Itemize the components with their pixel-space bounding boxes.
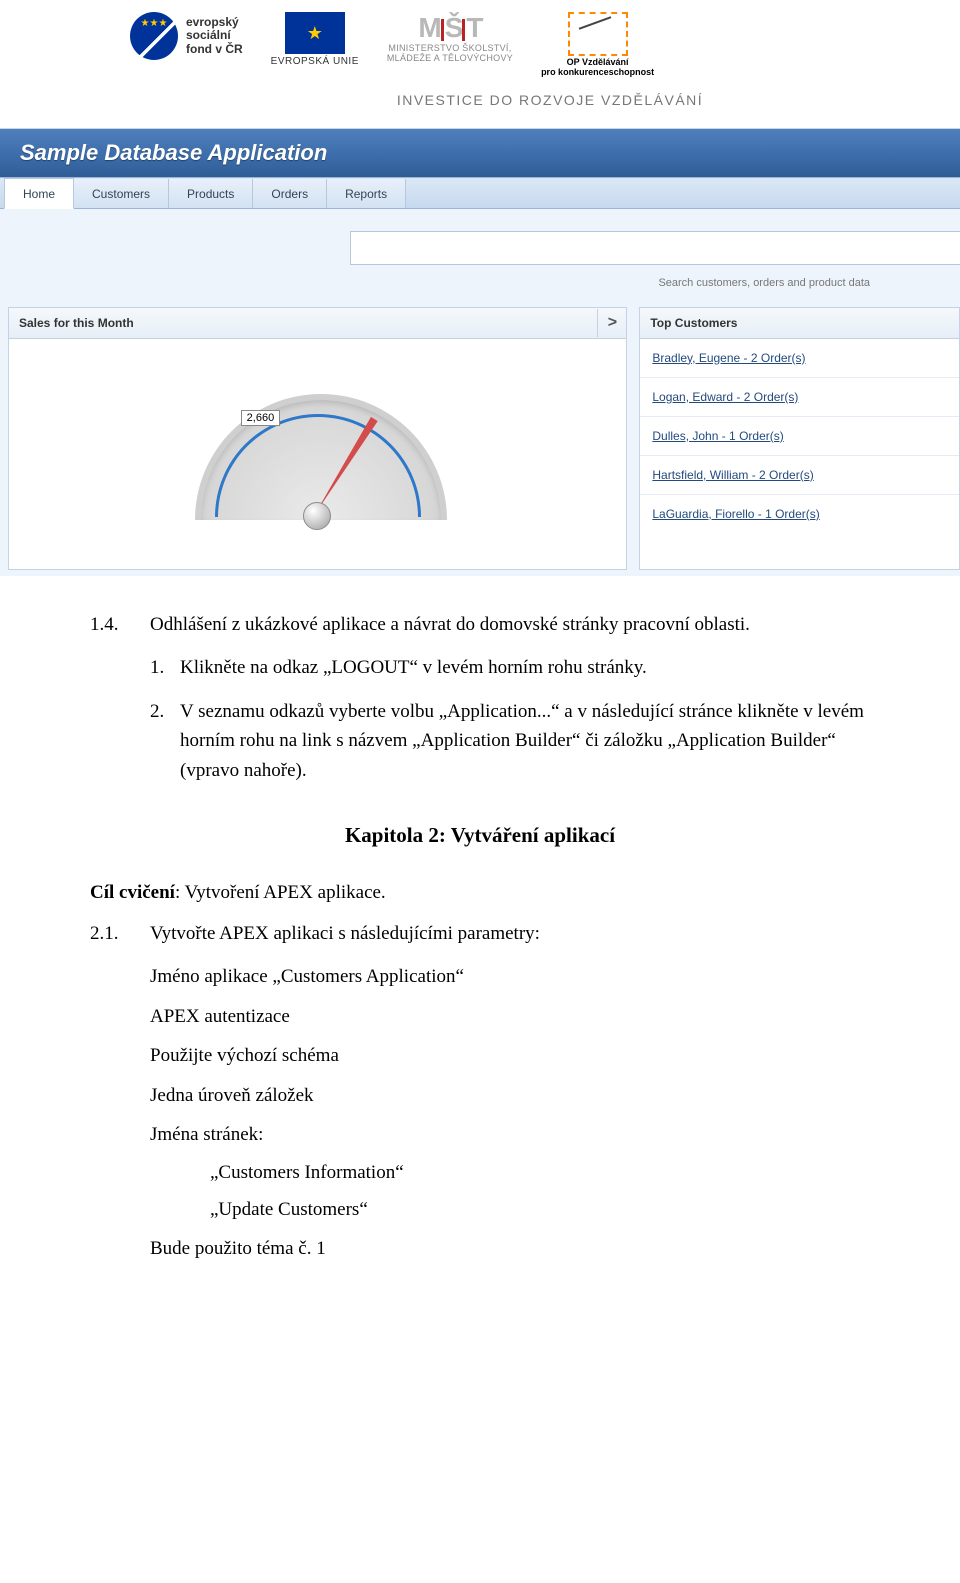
sales-gauge: 2,660 bbox=[183, 364, 453, 544]
app-screenshot: Sample Database Application Home Custome… bbox=[0, 128, 960, 576]
customer-link[interactable]: Hartsfield, William - 2 Order(s) bbox=[640, 456, 959, 495]
esf-line3: fond v ČR bbox=[186, 43, 243, 56]
step-number: 1. bbox=[150, 653, 180, 682]
chapter-title: Kapitola 2: Vytváření aplikací bbox=[90, 819, 870, 852]
sponsor-logos: evropský sociální fond v ČR ★ EVROPSKÁ U… bbox=[0, 0, 960, 86]
panel-collapse-button[interactable]: > bbox=[597, 309, 626, 337]
section-text: Odhlášení z ukázkové aplikace a návrat d… bbox=[150, 610, 870, 639]
invest-tagline: INVESTICE DO ROZVOJE VZDĚLÁVÁNÍ bbox=[0, 86, 960, 128]
goal-label: Cíl cvičení bbox=[90, 882, 175, 903]
section-number: 2.1. bbox=[90, 919, 150, 948]
eu-logo: ★ EVROPSKÁ UNIE bbox=[271, 12, 359, 67]
eu-label: EVROPSKÁ UNIE bbox=[271, 56, 359, 67]
top-customers-title: Top Customers bbox=[650, 316, 737, 330]
step-text: V seznamu odkazů vyberte volbu „Applicat… bbox=[180, 697, 870, 785]
step-text: Klikněte na odkaz „LOGOUT“ v levém horní… bbox=[180, 653, 870, 682]
customer-link[interactable]: Logan, Edward - 2 Order(s) bbox=[640, 378, 959, 417]
msmt-logo: MŠT MINISTERSTVO ŠKOLSTVÍ, MLÁDEŽE A TĚL… bbox=[387, 12, 513, 64]
msmt-line2: MLÁDEŽE A TĚLOVÝCHOVY bbox=[387, 54, 513, 64]
sales-panel-title: Sales for this Month bbox=[19, 316, 134, 330]
app-title: Sample Database Application bbox=[0, 140, 327, 166]
step-number: 2. bbox=[150, 697, 180, 785]
search-input[interactable] bbox=[350, 231, 960, 265]
customer-link[interactable]: Dulles, John - 1 Order(s) bbox=[640, 417, 959, 456]
page-name: „Customers Information“ bbox=[210, 1158, 870, 1187]
app-titlebar: Sample Database Application bbox=[0, 129, 960, 177]
esf-flag-icon bbox=[130, 12, 178, 60]
document-body: 1.4. Odhlášení z ukázkové aplikace a náv… bbox=[0, 576, 960, 1314]
param-line: Jména stránek: bbox=[150, 1120, 870, 1149]
tab-products[interactable]: Products bbox=[169, 179, 253, 208]
customer-link[interactable]: Bradley, Eugene - 2 Order(s) bbox=[640, 339, 959, 378]
param-line: Jedna úroveň záložek bbox=[150, 1081, 870, 1110]
op-logo: OP Vzdělávání pro konkurenceschopnost bbox=[541, 12, 654, 78]
tab-orders[interactable]: Orders bbox=[253, 179, 327, 208]
customer-link[interactable]: LaGuardia, Fiorello - 1 Order(s) bbox=[640, 495, 959, 533]
gauge-value-label: 2,660 bbox=[241, 410, 281, 426]
eu-flag-icon: ★ bbox=[285, 12, 345, 54]
tab-home[interactable]: Home bbox=[4, 178, 74, 209]
param-line: Bude použito téma č. 1 bbox=[150, 1234, 870, 1263]
page-name: „Update Customers“ bbox=[210, 1195, 870, 1224]
search-hint: Search customers, orders and product dat… bbox=[0, 265, 960, 307]
param-line: APEX autentizace bbox=[150, 1002, 870, 1031]
esf-line2: sociální bbox=[186, 29, 243, 42]
esf-logo: evropský sociální fond v ČR bbox=[130, 12, 243, 60]
section-number: 1.4. bbox=[90, 610, 150, 639]
app-tabs: Home Customers Products Orders Reports bbox=[0, 177, 960, 209]
section-text: Vytvořte APEX aplikaci s následujícími p… bbox=[150, 919, 870, 948]
top-customers-panel: Top Customers Bradley, Eugene - 2 Order(… bbox=[639, 307, 960, 570]
tab-reports[interactable]: Reports bbox=[327, 179, 406, 208]
param-line: Jméno aplikace „Customers Application“ bbox=[150, 962, 870, 991]
sales-panel: Sales for this Month > 2,660 bbox=[8, 307, 627, 570]
op-box-icon bbox=[568, 12, 628, 56]
msmt-mark-icon: MŠT bbox=[418, 12, 481, 44]
goal-text: : Vytvoření APEX aplikace. bbox=[175, 882, 386, 903]
op-line2: pro konkurenceschopnost bbox=[541, 68, 654, 78]
tab-customers[interactable]: Customers bbox=[74, 179, 169, 208]
param-line: Použijte výchozí schéma bbox=[150, 1041, 870, 1070]
